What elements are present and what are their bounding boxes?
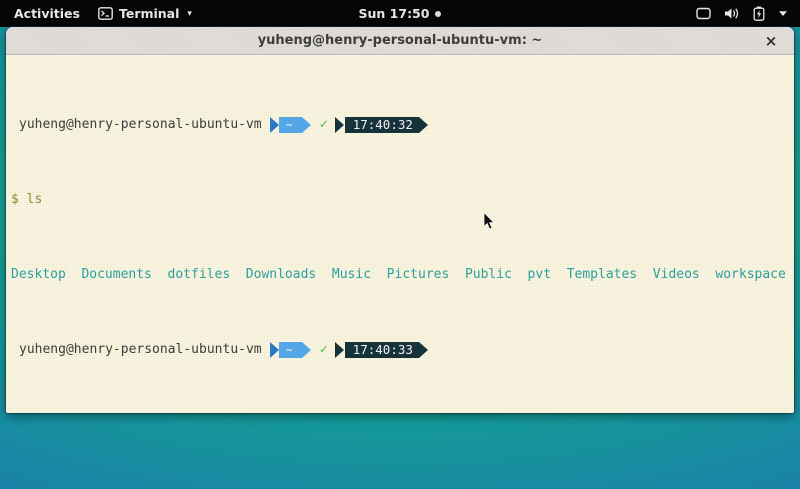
terminal-window: yuheng@henry-personal-ubuntu-vm: ~ × yuh…	[6, 27, 794, 413]
app-menu-caret: ▾	[187, 9, 192, 19]
powerline-arrow-icon	[302, 342, 311, 358]
battery-charging-icon	[753, 6, 765, 21]
prompt-path-segment: ~	[262, 117, 311, 132]
app-menu-terminal[interactable]: Terminal ▾	[98, 6, 192, 21]
prompt-time-segment: 17:40:32	[335, 117, 428, 132]
command-line: $ ls	[11, 192, 789, 207]
ls-output: Desktop Documents dotfiles Downloads Mus…	[11, 267, 789, 282]
close-button[interactable]: ×	[760, 27, 782, 55]
prompt-time-segment: 17:40:33	[335, 342, 428, 357]
activities-button[interactable]: Activities	[10, 4, 84, 23]
prompt-user-host: yuheng@henry-personal-ubuntu-vm	[11, 117, 262, 132]
app-menu-label: Terminal	[119, 6, 179, 21]
chevron-down-icon	[778, 10, 788, 17]
powerline-arrow-icon	[335, 342, 344, 358]
powerline-arrow-icon	[419, 117, 428, 133]
powerline-arrow-icon	[270, 117, 279, 133]
window-titlebar[interactable]: yuheng@henry-personal-ubuntu-vm: ~ ×	[6, 27, 794, 55]
status-ok-icon: ✓	[320, 117, 328, 132]
prompt-user-host: yuheng@henry-personal-ubuntu-vm	[11, 342, 262, 357]
prompt-path-segment: ~	[262, 342, 311, 357]
powerline-arrow-icon	[335, 117, 344, 133]
powerline-arrow-icon	[302, 117, 311, 133]
status-ok-icon: ✓	[320, 342, 328, 357]
powerline-arrow-icon	[270, 342, 279, 358]
volume-icon	[724, 7, 740, 20]
prompt-path: ~	[279, 342, 302, 358]
screencast-icon	[696, 7, 711, 20]
prompt-time: 17:40:32	[345, 117, 419, 133]
system-tray[interactable]	[696, 6, 800, 21]
prompt-line: yuheng@henry-personal-ubuntu-vm ~ ✓ 17:4…	[11, 117, 789, 132]
prompt-dollar: $	[11, 192, 19, 207]
top-bar: Sun 17:50 Activities Terminal ▾	[0, 0, 800, 27]
terminal-content[interactable]: yuheng@henry-personal-ubuntu-vm ~ ✓ 17:4…	[6, 55, 794, 412]
prompt-time: 17:40:33	[345, 342, 419, 358]
prompt-path: ~	[279, 117, 302, 133]
prompt-line: yuheng@henry-personal-ubuntu-vm ~ ✓ 17:4…	[11, 342, 789, 357]
command-text: ls	[27, 192, 43, 207]
window-title: yuheng@henry-personal-ubuntu-vm: ~	[258, 33, 543, 48]
mouse-cursor-icon	[483, 212, 495, 230]
powerline-arrow-icon	[419, 342, 428, 358]
terminal-app-icon	[98, 7, 113, 20]
